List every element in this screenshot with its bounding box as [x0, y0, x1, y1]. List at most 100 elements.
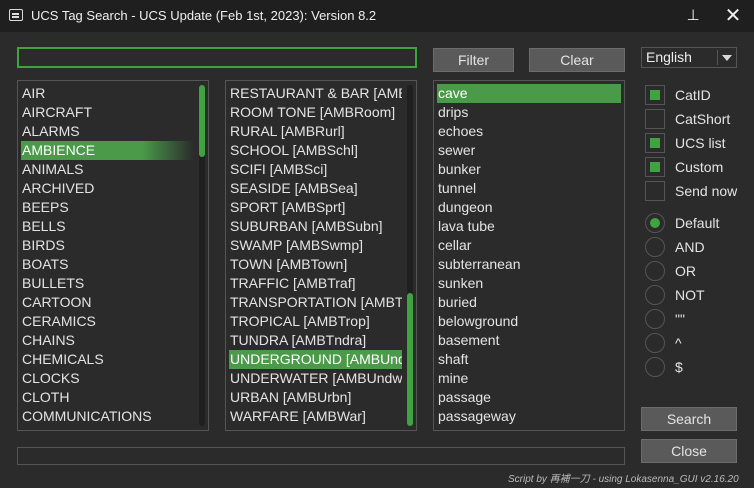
synonym-list-item[interactable]: passageway [437, 407, 621, 426]
category-list-item[interactable]: BOATS [21, 255, 194, 274]
app-icon [9, 9, 23, 21]
option-label: CatID [675, 87, 711, 103]
filter-button[interactable]: Filter [433, 48, 514, 72]
option-label: Custom [675, 159, 724, 175]
option-label: Send now [675, 183, 738, 199]
synonym-list-item[interactable]: basement [437, 331, 621, 350]
subcategory-list-item[interactable]: RESTAURANT & BAR [AMBRest] [229, 84, 402, 103]
subcategory-list-item[interactable]: SWAMP [AMBSwmp] [229, 236, 402, 255]
subcategory-list-item[interactable]: SEASIDE [AMBSea] [229, 179, 402, 198]
clear-button[interactable]: Clear [529, 48, 625, 72]
subcategory-list-item[interactable]: TOWN [AMBTown] [229, 255, 402, 274]
category-list-item[interactable]: ALARMS [21, 122, 194, 141]
option-checkbox-catid[interactable] [645, 85, 665, 105]
mode-label: ^ [675, 335, 682, 351]
synonym-list-item[interactable]: belowground [437, 312, 621, 331]
search-input[interactable] [17, 47, 417, 68]
option-checkbox-send-now[interactable] [645, 181, 665, 201]
subcategory-list-item[interactable]: TROPICAL [AMBTrop] [229, 312, 402, 331]
subcategory-list-item[interactable]: RURAL [AMBRurl] [229, 122, 402, 141]
category-list[interactable]: AIR AIRCRAFT ALARMS AMBIENCE ANIMALS ARCHIVED… [17, 80, 209, 431]
category-list-item[interactable]: CHEMICALS [21, 350, 194, 369]
mode-label: AND [675, 239, 705, 255]
synonym-list-item[interactable]: mine [437, 369, 621, 388]
subcategory-list-item[interactable]: ROOM TONE [AMBRoom] [229, 103, 402, 122]
mode-radio[interactable] [645, 237, 665, 257]
synonym-list-item[interactable]: shaft [437, 350, 621, 369]
subcategory-list-item[interactable]: TRANSPORTATION [AMBTran] [229, 293, 402, 312]
synonym-list-item[interactable]: bunker [437, 160, 621, 179]
option-label: UCS list [675, 135, 726, 151]
subcategory-list-item[interactable]: WARFARE [AMBWar] [229, 407, 402, 426]
synonym-list-item[interactable]: passage [437, 388, 621, 407]
category-list-item[interactable]: COMMUNICATIONS [21, 407, 194, 426]
option-label: CatShort [675, 111, 731, 127]
mode-label: OR [675, 263, 696, 279]
subcategory-list-item[interactable]: URBAN [AMBUrbn] [229, 388, 402, 407]
search-button[interactable]: Search [641, 407, 737, 431]
window-close-icon[interactable]: ✕ [720, 4, 746, 28]
category-list-item[interactable]: AIR [21, 84, 194, 103]
pin-icon[interactable]: ⊥ [684, 6, 702, 26]
synonym-list-item[interactable]: drips [437, 103, 621, 122]
category-list-item[interactable]: CARTOON [21, 293, 194, 312]
language-selected-value: English [646, 49, 692, 65]
synonym-list-item[interactable]: cellar [437, 236, 621, 255]
category-list-item[interactable]: ANIMALS [21, 160, 194, 179]
subcategory-list-item[interactable]: SCHOOL [AMBSchl] [229, 141, 402, 160]
subcategory-scrollbar-thumb[interactable] [407, 293, 413, 426]
subcategory-list-item[interactable]: TUNDRA [AMBTndra] [229, 331, 402, 350]
category-list-item[interactable]: CHAINS [21, 331, 194, 350]
option-checkbox-catshort[interactable] [645, 109, 665, 129]
synonym-list-item[interactable]: subterranean [437, 255, 621, 274]
category-list-item[interactable]: BEEPS [21, 198, 194, 217]
mode-label: Default [675, 215, 720, 231]
mode-radio[interactable] [645, 309, 665, 329]
mode-radio[interactable] [645, 213, 665, 233]
subcategory-list-item[interactable]: SUBURBAN [AMBSubn] [229, 217, 402, 236]
option-checkbox-custom[interactable] [645, 157, 665, 177]
category-list-item[interactable]: BULLETS [21, 274, 194, 293]
category-list-item[interactable]: ARCHIVED [21, 179, 194, 198]
mode-label: $ [675, 359, 683, 375]
category-scrollbar-thumb[interactable] [199, 85, 205, 157]
synonym-list-item[interactable]: dungeon [437, 198, 621, 217]
category-list-item[interactable]: BELLS [21, 217, 194, 236]
language-select[interactable]: English [641, 47, 737, 68]
subcategory-list-item[interactable]: TRAFFIC [AMBTraf] [229, 274, 402, 293]
mode-radio[interactable] [645, 357, 665, 377]
subcategory-list-item[interactable]: UNDERGROUND [AMBUnd] [229, 350, 402, 369]
synonym-list-item[interactable]: tunnel [437, 179, 621, 198]
category-list-item[interactable]: AIRCRAFT [21, 103, 194, 122]
category-list-item[interactable]: BIRDS [21, 236, 194, 255]
subcategory-list-item[interactable]: UNDERWATER [AMBUndwtr] [229, 369, 402, 388]
synonym-list-item[interactable]: lava tube [437, 217, 621, 236]
category-list-item[interactable]: CLOCKS [21, 369, 194, 388]
subcategory-list[interactable]: RESTAURANT & BAR [AMBRest]ROOM TONE [AMB… [225, 80, 417, 431]
subcategory-list-item[interactable]: SPORT [AMBSprt] [229, 198, 402, 217]
synonym-list-item[interactable]: cave [437, 84, 621, 103]
chevron-down-icon [722, 55, 732, 61]
mode-radio[interactable] [645, 333, 665, 353]
subcategory-scrollbar[interactable] [407, 85, 413, 426]
close-button[interactable]: Close [641, 439, 737, 463]
mode-radio[interactable] [645, 285, 665, 305]
category-scrollbar[interactable] [199, 85, 205, 426]
subcategory-list-item[interactable]: SCIFI [AMBSci] [229, 160, 402, 179]
select-divider [717, 50, 718, 65]
option-checkbox-ucs-list[interactable] [645, 133, 665, 153]
mode-radio[interactable] [645, 261, 665, 281]
mode-label: "" [675, 311, 685, 327]
category-list-item[interactable]: CERAMICS [21, 312, 194, 331]
status-bar [17, 447, 625, 465]
mode-label: NOT [675, 287, 705, 303]
category-list-item[interactable]: CLOTH [21, 388, 194, 407]
synonym-list-item[interactable]: echoes [437, 122, 621, 141]
category-list-item[interactable]: AMBIENCE [21, 141, 194, 160]
window-title: UCS Tag Search - UCS Update (Feb 1st, 20… [31, 8, 377, 23]
title-bar[interactable]: UCS Tag Search - UCS Update (Feb 1st, 20… [0, 0, 754, 32]
synonym-list[interactable]: cave drips echoes sewer bunker tunnel dungeon l… [433, 80, 625, 431]
synonym-list-item[interactable]: buried [437, 293, 621, 312]
synonym-list-item[interactable]: sewer [437, 141, 621, 160]
synonym-list-item[interactable]: sunken [437, 274, 621, 293]
